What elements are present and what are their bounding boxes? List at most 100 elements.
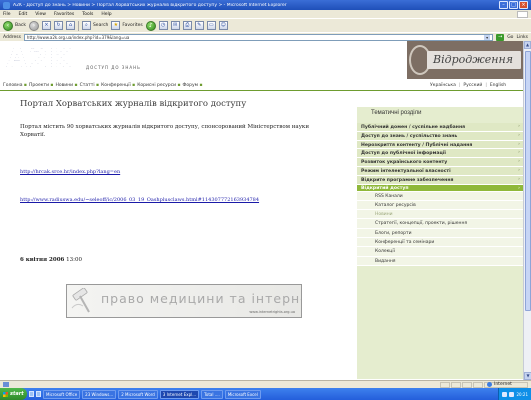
sidebar-sub-catalog[interactable]: Каталог ресурсів	[357, 200, 523, 211]
menu-help[interactable]: Help	[101, 12, 111, 17]
sidebar-sub-collections[interactable]: Колекції	[357, 247, 523, 257]
nav-forum[interactable]: Форум	[183, 83, 203, 88]
vertical-scrollbar[interactable]: ▲ ▼	[523, 41, 531, 380]
article-description: Портал містить 90 хорватських журналів в…	[20, 124, 310, 138]
quicklaunch-desktop-icon[interactable]	[36, 391, 41, 397]
task-ie[interactable]: 3 Internet Expl...	[159, 389, 200, 399]
sidebar-item-ip-regime[interactable]: Режим інтелектуальної власності	[357, 166, 523, 176]
sidebar-sub-blogs[interactable]: Блоги, репорти	[357, 228, 523, 239]
time-value: 13:00	[66, 257, 82, 263]
back-label: Back	[15, 23, 26, 28]
sidebar-item-content[interactable]: Нерозкриття контенту / Публічні надання	[357, 140, 523, 150]
vidrodzhennia-logo[interactable]: Відродження	[407, 41, 523, 79]
tray-lang-icon[interactable]	[502, 391, 508, 397]
task-excel[interactable]: Microsoft Excel	[224, 389, 261, 399]
sidebar-sub-conferences[interactable]: Конференції та семінари	[357, 238, 523, 248]
article-date: 6 квітня 2006 13:00	[20, 257, 82, 263]
quicklaunch-ie-icon[interactable]	[29, 391, 34, 397]
search-icon: ⌕	[81, 21, 91, 30]
menu-tools[interactable]: Tools	[82, 12, 93, 17]
address-dropdown-icon[interactable]: ▾	[484, 34, 491, 40]
sidebar-item-open-access[interactable]: Відкритий доступ	[357, 184, 523, 192]
radius-link[interactable]: http://www.radiuswa.edu/~seleoff/ic/2006…	[20, 197, 340, 203]
maximize-button[interactable]: □	[509, 1, 518, 9]
site-navigation: Головна Проекти Новини Статті Конференці…	[0, 81, 523, 89]
task-windows[interactable]: 23 Windows...	[82, 389, 117, 399]
forward-button[interactable]: ›	[28, 20, 39, 31]
menu-edit[interactable]: Edit	[19, 12, 28, 17]
internet-rights-banner[interactable]: право медицини та інтернет www.internetr…	[66, 284, 302, 318]
globe-icon	[487, 382, 492, 387]
folder-button[interactable]: ▭	[206, 21, 216, 30]
task-office[interactable]: Microsoft Office	[43, 389, 81, 399]
sidebar-sub-strategies[interactable]: Стратегії, концепції, проекти, рішення	[357, 219, 523, 229]
sidebar-menu: Публічний домен / суспільне надбання Дос…	[357, 123, 523, 266]
topics-sidebar: Тематичні розділи Публічний домен / сусп…	[357, 107, 523, 379]
banner-text: право медицини та інтернет	[101, 291, 302, 306]
messenger-button[interactable]: ☺	[218, 21, 228, 30]
nav-articles[interactable]: Статті	[80, 83, 100, 88]
home-button[interactable]: ⌂	[65, 21, 75, 30]
sidebar-sub-rss[interactable]: RSS Канали	[357, 191, 523, 201]
sidebar-item-ukrainian-content[interactable]: Розвиток українського контенту	[357, 158, 523, 167]
links-label[interactable]: Links	[516, 35, 528, 40]
logo-text: A2K	[6, 42, 72, 75]
windows-logo-icon	[517, 10, 528, 18]
print-button[interactable]: ⎙	[182, 21, 192, 30]
scroll-down-icon[interactable]: ▼	[524, 372, 531, 380]
browser-toolbar: ‹ Back › × ↻ ⌂ ⌕ Search ★ Favorites ♪ ◷ …	[0, 18, 531, 32]
search-button[interactable]: ⌕ Search	[81, 21, 108, 30]
sidebar-item-public-info[interactable]: Доступ до публічної інформації	[357, 149, 523, 159]
scroll-up-icon[interactable]: ▲	[524, 41, 531, 49]
banner-url: www.internetrights.org.ua	[249, 310, 295, 314]
tray-network-icon[interactable]	[509, 391, 515, 397]
sidebar-item-access-to-knowledge[interactable]: Доступ до знань / суспільство знань	[357, 131, 523, 141]
a2k-logo[interactable]: A2K ДОСТУП ДО ЗНАНЬ	[6, 45, 166, 73]
favorites-button[interactable]: ★ Favorites	[111, 21, 143, 30]
page-status-icon	[3, 382, 9, 387]
windows-taskbar: start Microsoft Office 23 Windows... 2 M…	[0, 388, 531, 400]
nav-resources[interactable]: Корисні ресурси	[137, 83, 180, 88]
nav-projects[interactable]: Проекти	[29, 83, 54, 88]
address-label: Address	[3, 34, 21, 40]
brand-text: Відродження	[427, 51, 521, 69]
window-controls: – □ ×	[499, 1, 528, 9]
task-total[interactable]: Total ....	[201, 389, 223, 399]
star-icon: ★	[111, 21, 121, 30]
sidebar-sub-publications[interactable]: Видання	[357, 256, 523, 266]
go-button[interactable]: →	[496, 33, 505, 41]
status-bar: Internet	[0, 380, 531, 388]
nav-divider	[0, 90, 523, 91]
refresh-button[interactable]: ↻	[53, 21, 63, 30]
hrcak-link[interactable]: http://hrcak.srce.hr/index.php?lang=en	[20, 169, 120, 175]
favorites-label: Favorites	[122, 23, 143, 28]
nav-news[interactable]: Новини	[55, 83, 77, 88]
back-button[interactable]: ‹ Back	[3, 20, 26, 31]
sidebar-sub-news[interactable]: Новини	[357, 210, 523, 220]
sidebar-item-open-source[interactable]: Відкрите програмне забезпечення	[357, 175, 523, 185]
task-word[interactable]: 2 Microsoft Word	[118, 389, 158, 399]
menu-file[interactable]: File	[3, 12, 11, 17]
stop-button[interactable]: ×	[41, 21, 51, 30]
scroll-thumb[interactable]	[525, 51, 531, 311]
gavel-icon	[71, 288, 90, 313]
internet-explorer-icon	[3, 1, 10, 9]
menu-view[interactable]: View	[35, 12, 46, 17]
close-button[interactable]: ×	[519, 1, 528, 9]
history-button[interactable]: ◷	[158, 21, 168, 30]
edit-button[interactable]: ✎	[194, 21, 204, 30]
logo-subtitle: ДОСТУП ДО ЗНАНЬ	[86, 65, 141, 70]
nav-home[interactable]: Головна	[3, 83, 27, 88]
go-label: Go	[507, 34, 514, 40]
media-button[interactable]: ♪	[145, 20, 156, 31]
nav-conferences[interactable]: Конференції	[101, 83, 135, 88]
menu-favorites[interactable]: Favorites	[54, 12, 74, 17]
start-button[interactable]: start	[0, 388, 27, 400]
windows-flag-icon	[3, 391, 8, 397]
security-zone: Internet	[484, 381, 528, 388]
mail-button[interactable]: ✉	[170, 21, 180, 30]
sidebar-item-public-domain[interactable]: Публічний домен / суспільне надбання	[357, 123, 523, 132]
status-cells: Internet	[440, 381, 528, 388]
address-input[interactable]: http://www.a2k.org.ua/index.php?id=379&l…	[23, 33, 494, 41]
minimize-button[interactable]: –	[499, 1, 508, 9]
